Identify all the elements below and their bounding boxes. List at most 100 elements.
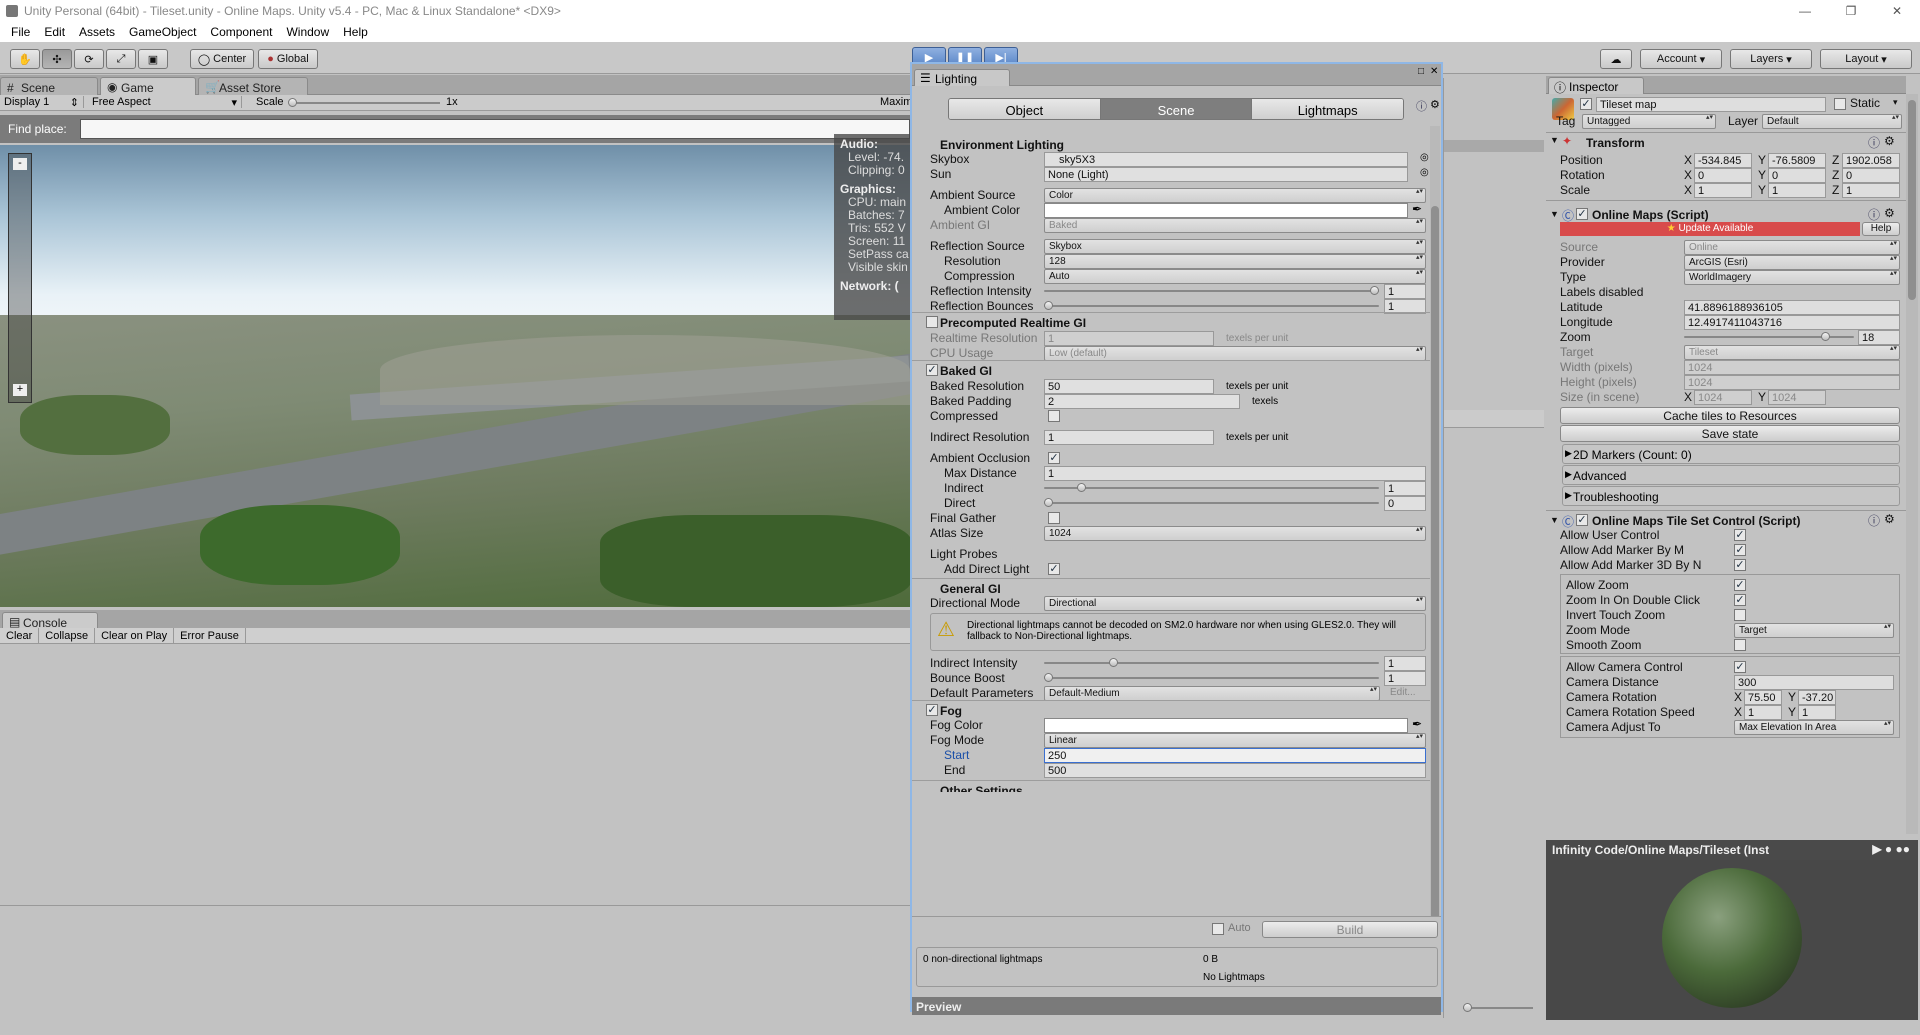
zoom-double-click-checkbox[interactable]: ✓ [1734, 594, 1746, 606]
indirect-ao-slider[interactable] [1044, 483, 1379, 492]
allow-add-marker3d-checkbox[interactable]: ✓ [1734, 559, 1746, 571]
indirect-intensity-slider-knob[interactable] [1109, 658, 1119, 667]
game-view[interactable]: - + [0, 145, 912, 607]
auto-checkbox[interactable] [1212, 923, 1224, 935]
zoom-control[interactable]: - + [8, 153, 32, 403]
hand-tool-icon[interactable]: ✋ [10, 49, 40, 69]
object-picker-icon[interactable]: ◎ [1420, 167, 1429, 178]
markers-section[interactable]: ▶ 2D Markers (Count: 0) [1562, 444, 1900, 464]
zoom-out-button[interactable]: - [13, 158, 27, 170]
y-field[interactable]: -76.5809 [1768, 153, 1826, 168]
menu-file[interactable]: File [4, 22, 37, 42]
compressed-checkbox[interactable] [1048, 410, 1060, 422]
menu-assets[interactable]: Assets [72, 22, 122, 42]
invert-touch-zoom-checkbox[interactable] [1734, 609, 1746, 621]
bounce-boost-field[interactable]: 1 [1384, 671, 1426, 686]
indirect-ao-field[interactable]: 1 [1384, 481, 1426, 496]
reflection-intensity-slider[interactable] [1044, 286, 1379, 295]
cloud-icon[interactable]: ☁ [1600, 49, 1632, 69]
camera-speed-x-field[interactable]: 1 [1744, 705, 1782, 720]
eyedropper-icon[interactable]: ✒ [1412, 202, 1422, 216]
gear-icon[interactable]: ⚙ [1884, 134, 1895, 148]
reflection-bounces-slider-knob[interactable] [1044, 301, 1053, 310]
preview-play-icon[interactable]: ▶ ● ●● [1872, 842, 1910, 856]
zoom-field[interactable]: 18 [1858, 330, 1900, 345]
cache-tiles-button[interactable]: Cache tiles to Resources [1560, 407, 1900, 424]
tab-scene[interactable]: # Scene [0, 77, 98, 95]
restore-icon[interactable]: ❐ [1828, 0, 1874, 22]
indirect-intensity-field[interactable]: 1 [1384, 656, 1426, 671]
baked-padding-field[interactable]: 2 [1044, 394, 1240, 409]
z-field[interactable]: 0 [1842, 168, 1900, 183]
foldout-icon[interactable]: ▼ [1550, 515, 1559, 525]
aspect-dropdown[interactable]: Free Aspect ▾ [92, 96, 242, 109]
camera-speed-y-field[interactable]: 1 [1798, 705, 1836, 720]
fog-color-swatch[interactable] [1044, 718, 1408, 733]
layer-dropdown[interactable]: Default [1762, 114, 1902, 129]
tab-game[interactable]: ◉ Game [100, 77, 196, 95]
rect-tool-icon[interactable]: ▣ [138, 49, 168, 69]
indirect-resolution-field[interactable]: 1 [1044, 430, 1214, 445]
menu-window[interactable]: Window [279, 22, 336, 42]
menu-component[interactable]: Component [203, 22, 279, 42]
scrollbar-thumb[interactable] [1431, 206, 1439, 946]
y-field[interactable]: 0 [1768, 168, 1826, 183]
zoom-slider-knob[interactable] [1463, 1003, 1472, 1012]
indirect-intensity-slider[interactable] [1044, 658, 1379, 667]
fog-mode-dropdown[interactable]: Linear [1044, 733, 1426, 748]
scale-slider[interactable] [288, 98, 440, 107]
active-checkbox[interactable]: ✓ [1580, 98, 1592, 110]
direct-ao-field[interactable]: 0 [1384, 496, 1426, 511]
zoom-mode-dropdown[interactable]: Target [1734, 623, 1894, 638]
z-field[interactable]: 1902.058 [1842, 153, 1900, 168]
zoom-in-button[interactable]: + [13, 384, 27, 396]
preview-area[interactable] [1546, 860, 1918, 1020]
default-parameters-dropdown[interactable]: Default-Medium [1044, 686, 1380, 701]
allow-camera-control-checkbox[interactable]: ✓ [1734, 661, 1746, 673]
allow-user-control-checkbox[interactable]: ✓ [1734, 529, 1746, 541]
static-dropdown-icon[interactable]: ▾ [1893, 97, 1898, 108]
help-icon[interactable]: ⓘ [1868, 134, 1880, 151]
final-gather-checkbox[interactable] [1048, 512, 1060, 524]
object-name-field[interactable]: Tileset map [1596, 97, 1826, 112]
clear-button[interactable]: Clear [0, 628, 40, 643]
tab-asset-store[interactable]: 🛒 Asset Store [198, 77, 308, 95]
reflection-bounces-slider[interactable] [1044, 301, 1379, 310]
online-maps-enabled-checkbox[interactable]: ✓ [1576, 208, 1588, 220]
layout-dropdown[interactable]: Layout ▾ [1820, 49, 1912, 69]
z-field[interactable]: 1 [1842, 183, 1900, 198]
scale-tool-icon[interactable]: ⤢ [106, 49, 136, 69]
menu-help[interactable]: Help [336, 22, 375, 42]
baked-resolution-field[interactable]: 50 [1044, 379, 1214, 394]
scale-slider-knob[interactable] [288, 98, 297, 107]
camera-adjust-dropdown[interactable]: Max Elevation In Area [1734, 720, 1894, 735]
camera-distance-field[interactable]: 300 [1734, 675, 1894, 690]
x-field[interactable]: -534.845 [1694, 153, 1752, 168]
menu-gameobject[interactable]: GameObject [122, 22, 203, 42]
ambient-source-dropdown[interactable]: Color [1044, 188, 1426, 203]
zoom-slider-knob[interactable] [1820, 332, 1830, 341]
bounce-boost-slider-knob[interactable] [1044, 673, 1053, 682]
indirect-ao-slider-knob[interactable] [1076, 483, 1086, 492]
sun-field[interactable]: None (Light) [1044, 167, 1408, 182]
minimize-icon[interactable]: — [1782, 0, 1828, 22]
provider-dropdown[interactable]: ArcGIS (Esri) [1684, 255, 1900, 270]
tab-inspector[interactable]: ⓘ Inspector [1548, 77, 1644, 95]
maximize-toggle[interactable]: Maxim [880, 96, 912, 108]
troubleshooting-section[interactable]: ▶ Troubleshooting [1562, 486, 1900, 506]
hierarchy-selected-row[interactable] [1444, 140, 1544, 152]
move-tool-icon[interactable]: ✣ [42, 49, 72, 69]
gear-icon[interactable]: ⚙ [1884, 512, 1895, 526]
zoom-slider[interactable] [1443, 1000, 1543, 1014]
directional-mode-dropdown[interactable]: Directional [1044, 596, 1426, 611]
foldout-icon[interactable]: ▼ [1550, 209, 1559, 219]
direct-ao-slider[interactable] [1044, 498, 1379, 507]
atlas-size-dropdown[interactable]: 1024 [1044, 526, 1426, 541]
ambient-occlusion-checkbox[interactable]: ✓ [1048, 452, 1060, 464]
build-button[interactable]: Build [1262, 921, 1438, 938]
camera-rotation-y-field[interactable]: -37.20 [1798, 690, 1836, 705]
help-icon[interactable]: ⓘ [1868, 206, 1880, 223]
skybox-field[interactable]: sky5X3 [1044, 152, 1408, 167]
rotate-tool-icon[interactable]: ⟳ [74, 49, 104, 69]
help-icon[interactable]: ⓘ [1868, 512, 1880, 529]
